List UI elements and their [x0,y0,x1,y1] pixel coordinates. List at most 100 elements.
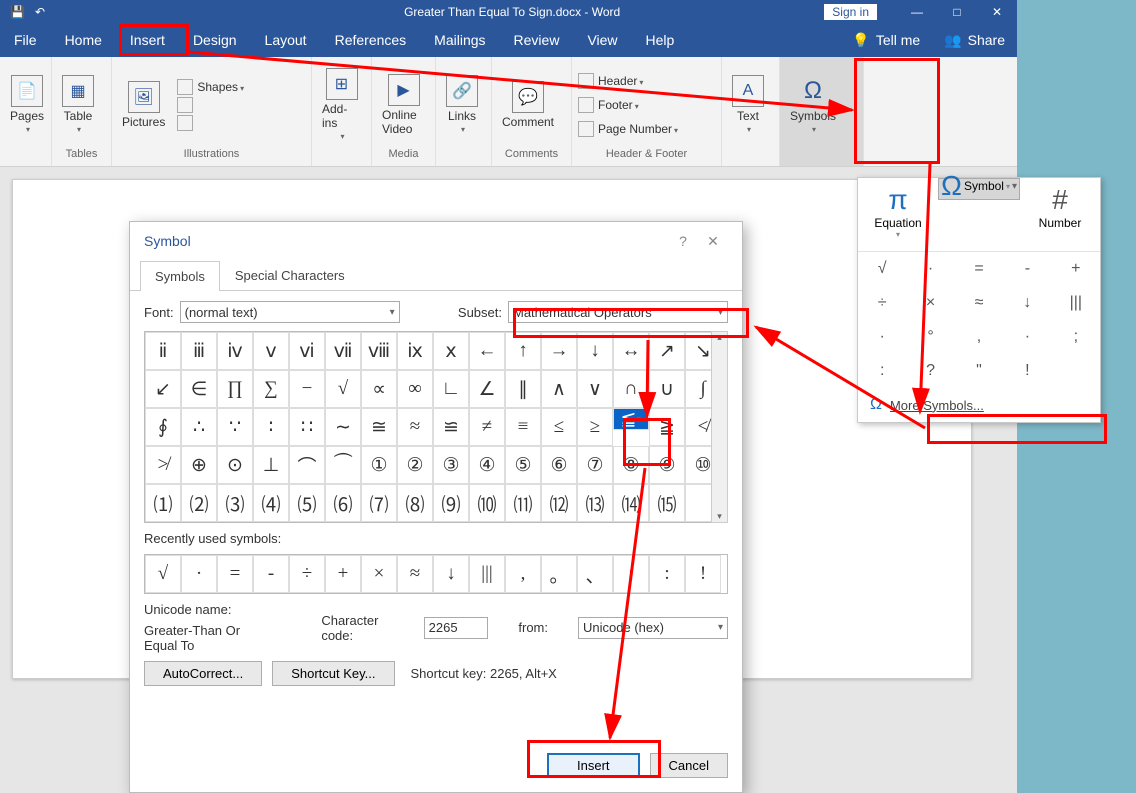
char-cell[interactable]: ⅳ [217,332,253,370]
pictures-button[interactable]: 🖼Pictures [118,79,169,131]
pages-button[interactable]: 📄Pages [6,73,48,136]
char-cell[interactable]: ⊥ [253,446,289,484]
quick-symbol[interactable]: " [955,354,1003,388]
quick-symbol[interactable]: ; [1052,320,1100,354]
minimize-icon[interactable]: — [897,0,937,23]
quick-symbol[interactable]: ? [906,354,954,388]
from-select[interactable]: Unicode (hex) [578,617,728,639]
char-cell[interactable]: ⊕ [181,446,217,484]
insert-button[interactable]: Insert [547,753,640,778]
subset-select[interactable]: Mathematical Operators [508,301,728,323]
char-cell[interactable]: → [541,332,577,370]
char-cell[interactable]: ∷ [289,408,325,446]
quick-symbol[interactable]: · [906,252,954,286]
signin-button[interactable]: Sign in [824,4,877,20]
quick-symbol[interactable]: √ [858,252,906,286]
char-cell[interactable]: ⑵ [181,484,217,522]
char-cell[interactable]: ∶ [253,408,289,446]
recent-cell[interactable]: + [325,555,361,593]
close-icon[interactable]: ✕ [977,0,1017,23]
recent-cell[interactable]: ↓ [433,555,469,593]
quick-symbol[interactable]: - [1003,252,1051,286]
char-cell[interactable]: ⒂ [649,484,685,522]
char-cell[interactable]: ≦ [613,408,649,430]
more-symbols-button[interactable]: ΩMore Symbols... [858,388,1100,422]
tab-home[interactable]: Home [51,23,116,57]
quick-symbol[interactable]: · [1003,320,1051,354]
recent-cell[interactable]: , [505,555,541,593]
char-cell[interactable]: ⌒ [289,446,325,484]
char-cell[interactable]: ⒁ [613,484,649,522]
char-grid[interactable]: ⅱⅲⅳⅴⅵⅶⅷⅸⅹ←↑→↓↔↗↘↙∈∏∑−√∝∞∟∠∥∧∨∩∪∫∮∴∵∶∷∼≅≈… [144,331,728,523]
symbol-button[interactable]: ΩSymbol▾ [938,178,1020,200]
recent-cell[interactable]: ≈ [397,555,433,593]
recent-cell[interactable]: √ [145,555,181,593]
font-select[interactable]: (normal text) [180,301,400,323]
tab-references[interactable]: References [321,23,421,57]
char-cell[interactable]: ⑾ [505,484,541,522]
share-button[interactable]: 👥Share [932,32,1017,49]
char-cell[interactable]: ⏜ [325,446,361,484]
char-cell[interactable]: ① [361,446,397,484]
cancel-button[interactable]: Cancel [650,753,728,778]
char-cell[interactable]: ⑷ [253,484,289,522]
recent-cell[interactable]: 、 [577,555,613,593]
recent-cell[interactable]: × [361,555,397,593]
char-cell[interactable]: ⑶ [217,484,253,522]
tab-file[interactable]: File [0,23,51,57]
char-cell[interactable]: ↙ [145,370,181,408]
video-button[interactable]: ▶Online Video [378,72,429,138]
quick-symbol[interactable]: ||| [1052,286,1100,320]
char-cell[interactable]: ≌ [433,408,469,446]
help-icon[interactable]: ? [668,233,698,249]
char-cell[interactable]: ∠ [469,370,505,408]
char-cell[interactable]: ∴ [181,408,217,446]
quick-symbol[interactable]: ↓ [1003,286,1051,320]
links-button[interactable]: 🔗Links [442,73,482,136]
maximize-icon[interactable]: □ [937,0,977,23]
char-cell[interactable]: ≠ [469,408,505,446]
char-cell[interactable]: ∝ [361,370,397,408]
char-cell[interactable]: ≥ [577,408,613,446]
models-button[interactable] [177,115,244,131]
tab-symbols[interactable]: Symbols [140,261,220,291]
equation-button[interactable]: πEquation▾ [858,178,938,251]
char-cell[interactable]: ⊙ [217,446,253,484]
char-cell[interactable]: ③ [433,446,469,484]
table-button[interactable]: ▦Table [58,73,98,136]
recent-grid[interactable]: √·=-÷+×≈↓|||,。、;:! [144,554,728,594]
quick-symbol[interactable]: , [955,320,1003,354]
shortcutkey-button[interactable]: Shortcut Key... [272,661,394,686]
char-cell[interactable]: − [289,370,325,408]
tab-design[interactable]: Design [179,23,251,57]
quick-symbol[interactable]: + [1052,252,1100,286]
recent-cell[interactable]: ||| [469,555,505,593]
tab-view[interactable]: View [573,23,631,57]
char-cell[interactable]: ⑸ [289,484,325,522]
tab-special[interactable]: Special Characters [220,260,360,290]
char-cell[interactable]: ∨ [577,370,613,408]
tab-review[interactable]: Review [500,23,574,57]
quick-symbol[interactable]: ≈ [955,286,1003,320]
char-cell[interactable]: ↗ [649,332,685,370]
scrollbar[interactable]: ▴ ▾ [711,331,728,523]
char-cell[interactable]: ∩ [613,370,649,408]
char-cell[interactable]: ⑥ [541,446,577,484]
char-cell[interactable]: ⅲ [181,332,217,370]
footer-button[interactable]: Footer [578,97,678,113]
quick-symbol[interactable]: ÷ [858,286,906,320]
char-cell[interactable]: ④ [469,446,505,484]
addins-button[interactable]: ⊞Add-ins [318,66,365,143]
quick-symbol[interactable]: : [858,354,906,388]
char-cell[interactable]: ⑧ [613,446,649,484]
char-cell[interactable]: ⑼ [433,484,469,522]
symbols-button[interactable]: ΩSymbols [786,73,840,136]
char-cell[interactable]: ⑴ [145,484,181,522]
charcode-input[interactable]: 2265 [424,617,489,639]
char-cell[interactable]: ↔ [613,332,649,370]
icons-button[interactable] [177,97,244,113]
recent-cell[interactable]: 。 [541,555,577,593]
recent-cell[interactable]: ! [685,555,721,593]
char-cell[interactable]: ⑤ [505,446,541,484]
undo-icon[interactable]: ↶ [35,5,45,19]
